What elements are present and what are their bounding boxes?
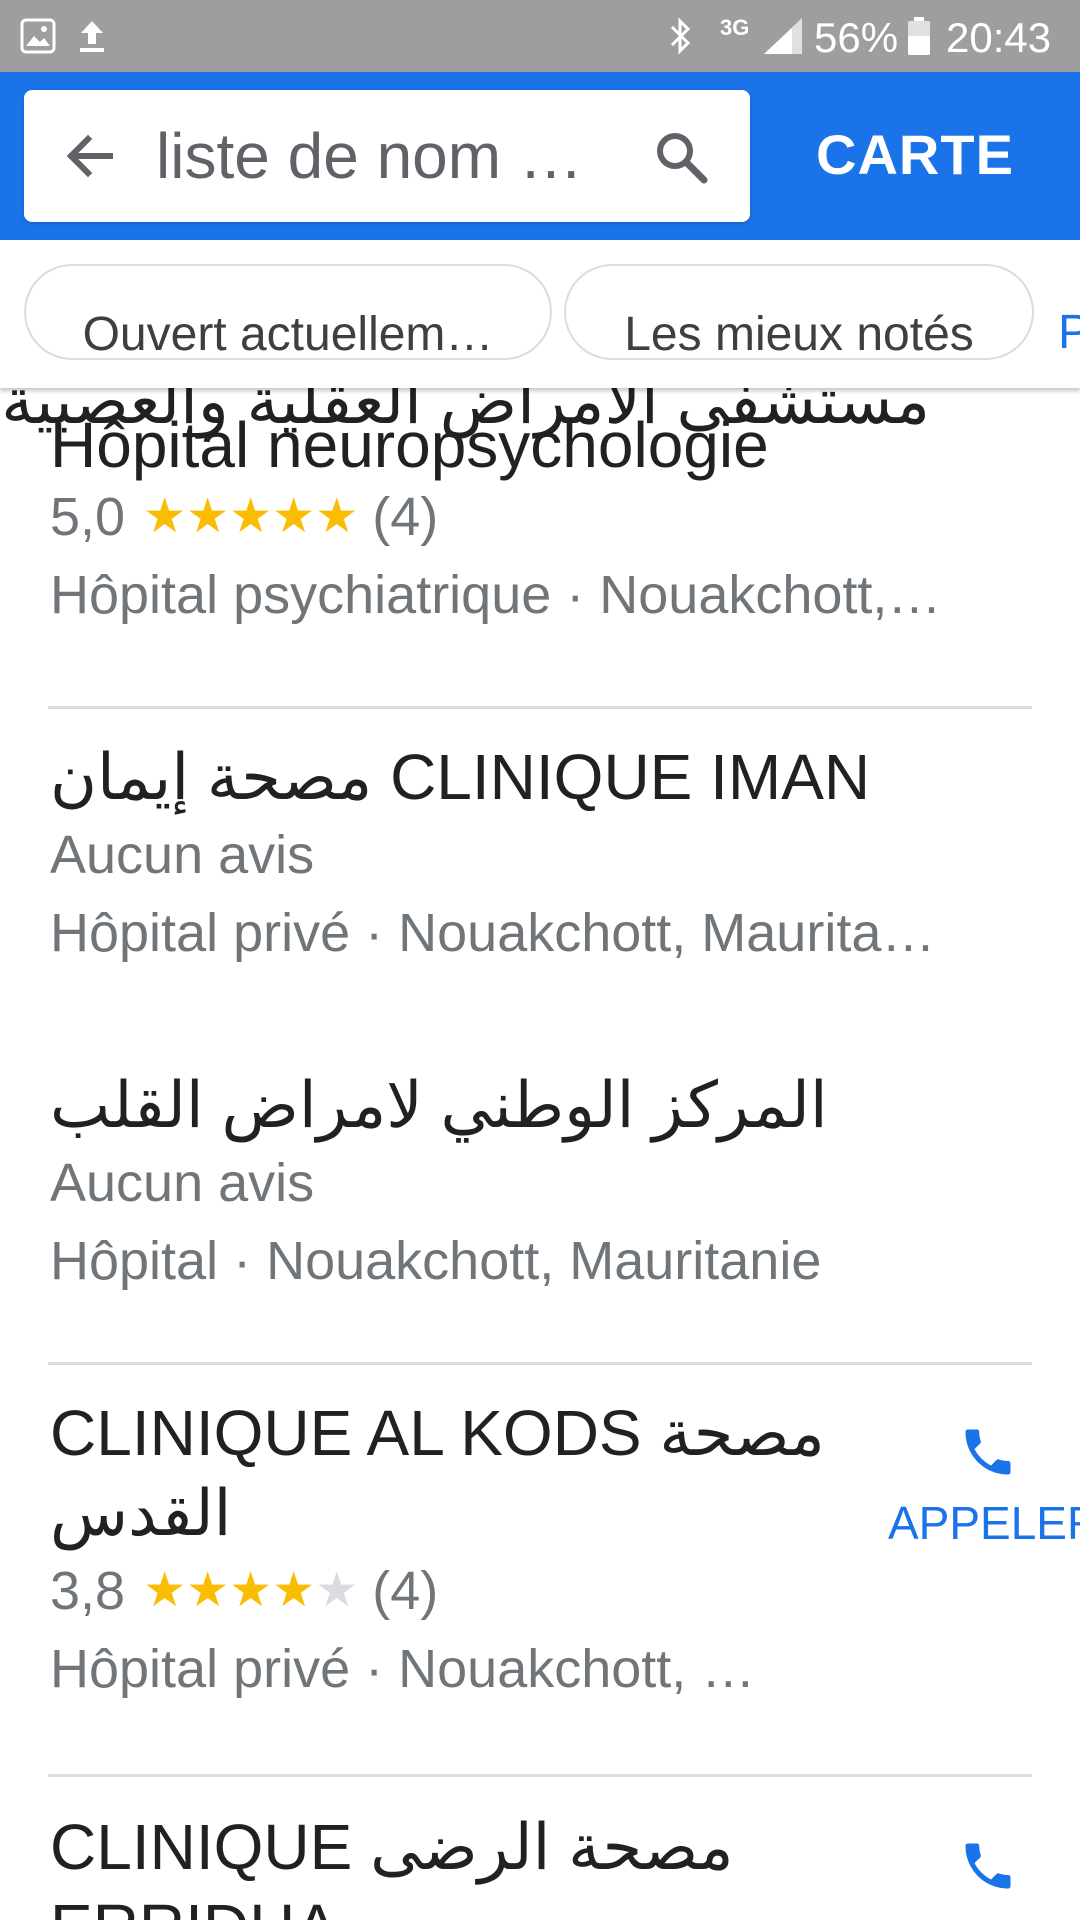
result-details: Hôpital psychiatrique · Nouakchott,…	[50, 565, 942, 625]
chip-top-rated[interactable]: Les mieux notés	[564, 264, 1034, 360]
image-icon	[20, 0, 56, 72]
upload-icon	[76, 0, 108, 72]
bluetooth-icon	[666, 0, 696, 72]
search-icon[interactable]	[652, 128, 710, 186]
star-icon: ★	[143, 490, 187, 543]
star-icon: ★	[229, 1564, 273, 1617]
result-title: CLINIQUE AL KODS مصحة	[50, 1397, 825, 1469]
signal-icon	[762, 0, 804, 72]
map-view-button[interactable]: CARTE	[790, 72, 1040, 240]
call-label: APPELER	[888, 1497, 1080, 1549]
app-bar: liste de nom … CARTE	[0, 72, 1080, 240]
divider	[48, 706, 1032, 709]
result-title: Hôpital neuropsychologie	[50, 409, 769, 481]
chip-open-now[interactable]: Ouvert actuellem…	[24, 264, 552, 360]
star-icon: ★	[186, 1564, 230, 1617]
star-icon: ★	[315, 490, 359, 543]
clock: 20:43	[946, 14, 1052, 61]
list-item[interactable]: CLINIQUE مصحة الرضى ERRIDHA	[0, 1810, 1080, 1920]
star-icon: ★	[272, 490, 316, 543]
result-title: CLINIQUE مصحة الرضى	[50, 1811, 734, 1883]
review-count: (4)	[372, 487, 439, 547]
review-status: Aucun avis	[50, 825, 315, 885]
result-rating-row: 3,8 ★ ★ ★ ★ ★ (4)	[50, 1560, 438, 1622]
review-status: Aucun avis	[50, 1153, 315, 1213]
phone-icon	[965, 1843, 1011, 1889]
rating-value: 5,0	[50, 487, 126, 547]
call-button[interactable]: APPELER	[888, 1422, 1080, 1550]
results-list: مستشفى الأمراض العقلية والعصبية Hôpital …	[0, 388, 1080, 1920]
divider	[48, 1774, 1032, 1777]
result-details: Hôpital privé · Nouakchott, Maurita…	[50, 903, 936, 963]
result-title-line2: القدس	[50, 1477, 232, 1549]
divider	[48, 1362, 1032, 1365]
search-input[interactable]: liste de nom …	[156, 90, 636, 222]
battery-icon	[906, 0, 932, 72]
result-details: Hôpital · Nouakchott, Mauritanie	[50, 1231, 822, 1291]
call-button[interactable]	[888, 1836, 1080, 1896]
star-icon: ★	[272, 1564, 316, 1617]
result-rating-row: 5,0 ★ ★ ★ ★ ★ (4)	[50, 486, 438, 548]
star-icon: ★	[229, 490, 273, 543]
list-item[interactable]: المركز الوطني لامراض القلب Aucun avis Hô…	[0, 1068, 1080, 1298]
result-title: المركز الوطني لامراض القلب	[50, 1069, 828, 1141]
chip-more-partial[interactable]: P	[1058, 264, 1080, 360]
list-item[interactable]: CLINIQUE AL KODS مصحة القدس 3,8 ★ ★ ★ ★ …	[0, 1396, 1080, 1756]
phone-icon	[965, 1429, 1011, 1475]
battery-percent: 56%	[814, 14, 899, 61]
rating-stars: ★ ★ ★ ★ ★	[143, 493, 358, 541]
network-type: 3G	[720, 15, 750, 40]
list-item[interactable]: مستشفى الأمراض العقلية والعصبية Hôpital …	[0, 388, 1080, 668]
list-item[interactable]: مصحة إيمان CLINIQUE IMAN Aucun avis Hôpi…	[0, 740, 1080, 970]
result-title: مصحة إيمان CLINIQUE IMAN	[50, 741, 871, 813]
status-bar: 3G 56% 20:43	[0, 0, 1080, 72]
rating-stars: ★ ★ ★ ★ ★	[143, 1567, 358, 1615]
result-details: Hôpital privé · Nouakchott, …	[50, 1639, 756, 1699]
result-title-line2: ERRIDHA	[50, 1890, 338, 1920]
star-icon: ★	[186, 490, 230, 543]
search-box[interactable]: liste de nom …	[24, 90, 750, 222]
filter-chip-row: Ouvert actuellem… Les mieux notés P	[0, 240, 1080, 388]
back-arrow-icon[interactable]	[62, 128, 118, 184]
rating-value: 3,8	[50, 1561, 126, 1621]
star-empty-icon: ★	[315, 1564, 359, 1617]
review-count: (4)	[372, 1561, 439, 1621]
star-icon: ★	[143, 1564, 187, 1617]
